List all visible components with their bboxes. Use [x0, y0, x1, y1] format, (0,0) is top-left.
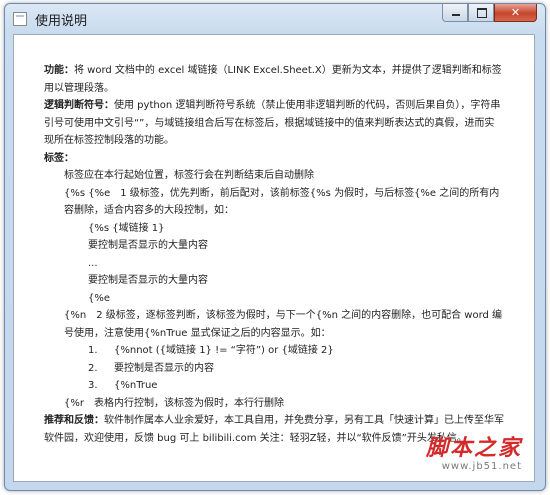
window-icon	[13, 12, 27, 26]
watermark-url: www.jb51.net	[441, 461, 522, 472]
function-label: 功能：	[44, 65, 74, 76]
minimize-icon	[452, 14, 460, 16]
example1-line: 要控制是否显示的大量内容	[88, 240, 208, 251]
list-number: 3.	[88, 380, 98, 391]
maximize-button[interactable]	[468, 4, 494, 22]
watermark-logo-text: 脚本之家	[425, 435, 522, 461]
tag-level2-desc: {%n 2 级标签，逐标签判断，该标签为假时，与下一个{%n 之间的内容删除，也…	[64, 310, 503, 339]
list-text: {%nTrue	[114, 380, 158, 391]
example2-item: 2. 要控制是否显示的内容	[44, 360, 504, 378]
feedback-label: 推荐和反馈：	[44, 415, 104, 426]
example1-line: {%s {域链接 1}	[88, 222, 165, 234]
list-number: 1.	[88, 345, 98, 356]
list-text: 要控制是否显示的内容	[114, 362, 214, 374]
paragraph-logic: 逻辑判断符号：使用 python 逻辑判断符号系统（禁止使用非逻辑判断的代码，否…	[44, 97, 504, 150]
list-number: 2.	[88, 362, 98, 374]
function-text: 将 word 文档中的 excel 域链接（LINK Excel.Sheet.X…	[44, 65, 502, 94]
paragraph-function: 功能：将 word 文档中的 excel 域链接（LINK Excel.Shee…	[44, 62, 504, 97]
example2-item: 1. {%nnot ({域链接 1} != “字符”) or {域链接 2}	[44, 342, 504, 360]
close-icon: ✕	[510, 6, 521, 19]
title-bar[interactable]: 使用说明 ✕	[5, 4, 545, 34]
tags-intro: 标签应在本行起始位置，标签行会在判断结束后自动删除	[64, 170, 314, 181]
help-text: 功能：将 word 文档中的 excel 域链接（LINK Excel.Shee…	[44, 62, 504, 447]
example1-line: 要控制是否显示的大量内容	[88, 275, 208, 286]
tag-level1-desc: {%s {%e 1 级标签，优先判断，前后配对，该前标签{%s 为假时，与后标签…	[64, 187, 500, 217]
minimize-button[interactable]	[442, 4, 468, 22]
example1-line: ...	[88, 257, 98, 269]
site-watermark: 脚本之家 www.jb51.net	[426, 435, 522, 473]
list-text: {%nnot ({域链接 1} != “字符”) or {域链接 2}	[114, 345, 334, 356]
example2-item: 3. {%nTrue	[44, 377, 504, 395]
close-button[interactable]: ✕	[494, 4, 537, 22]
maximize-icon	[477, 8, 487, 18]
logic-label: 逻辑判断符号：	[44, 100, 114, 111]
tag-row-desc: {%r 表格内行控制，该标签为假时，本行行删除	[64, 397, 284, 409]
caption-buttons: ✕	[442, 4, 537, 22]
window-title: 使用说明	[35, 14, 88, 29]
tags-heading: 标签：	[44, 152, 74, 164]
example1-line: {%e	[88, 292, 111, 304]
